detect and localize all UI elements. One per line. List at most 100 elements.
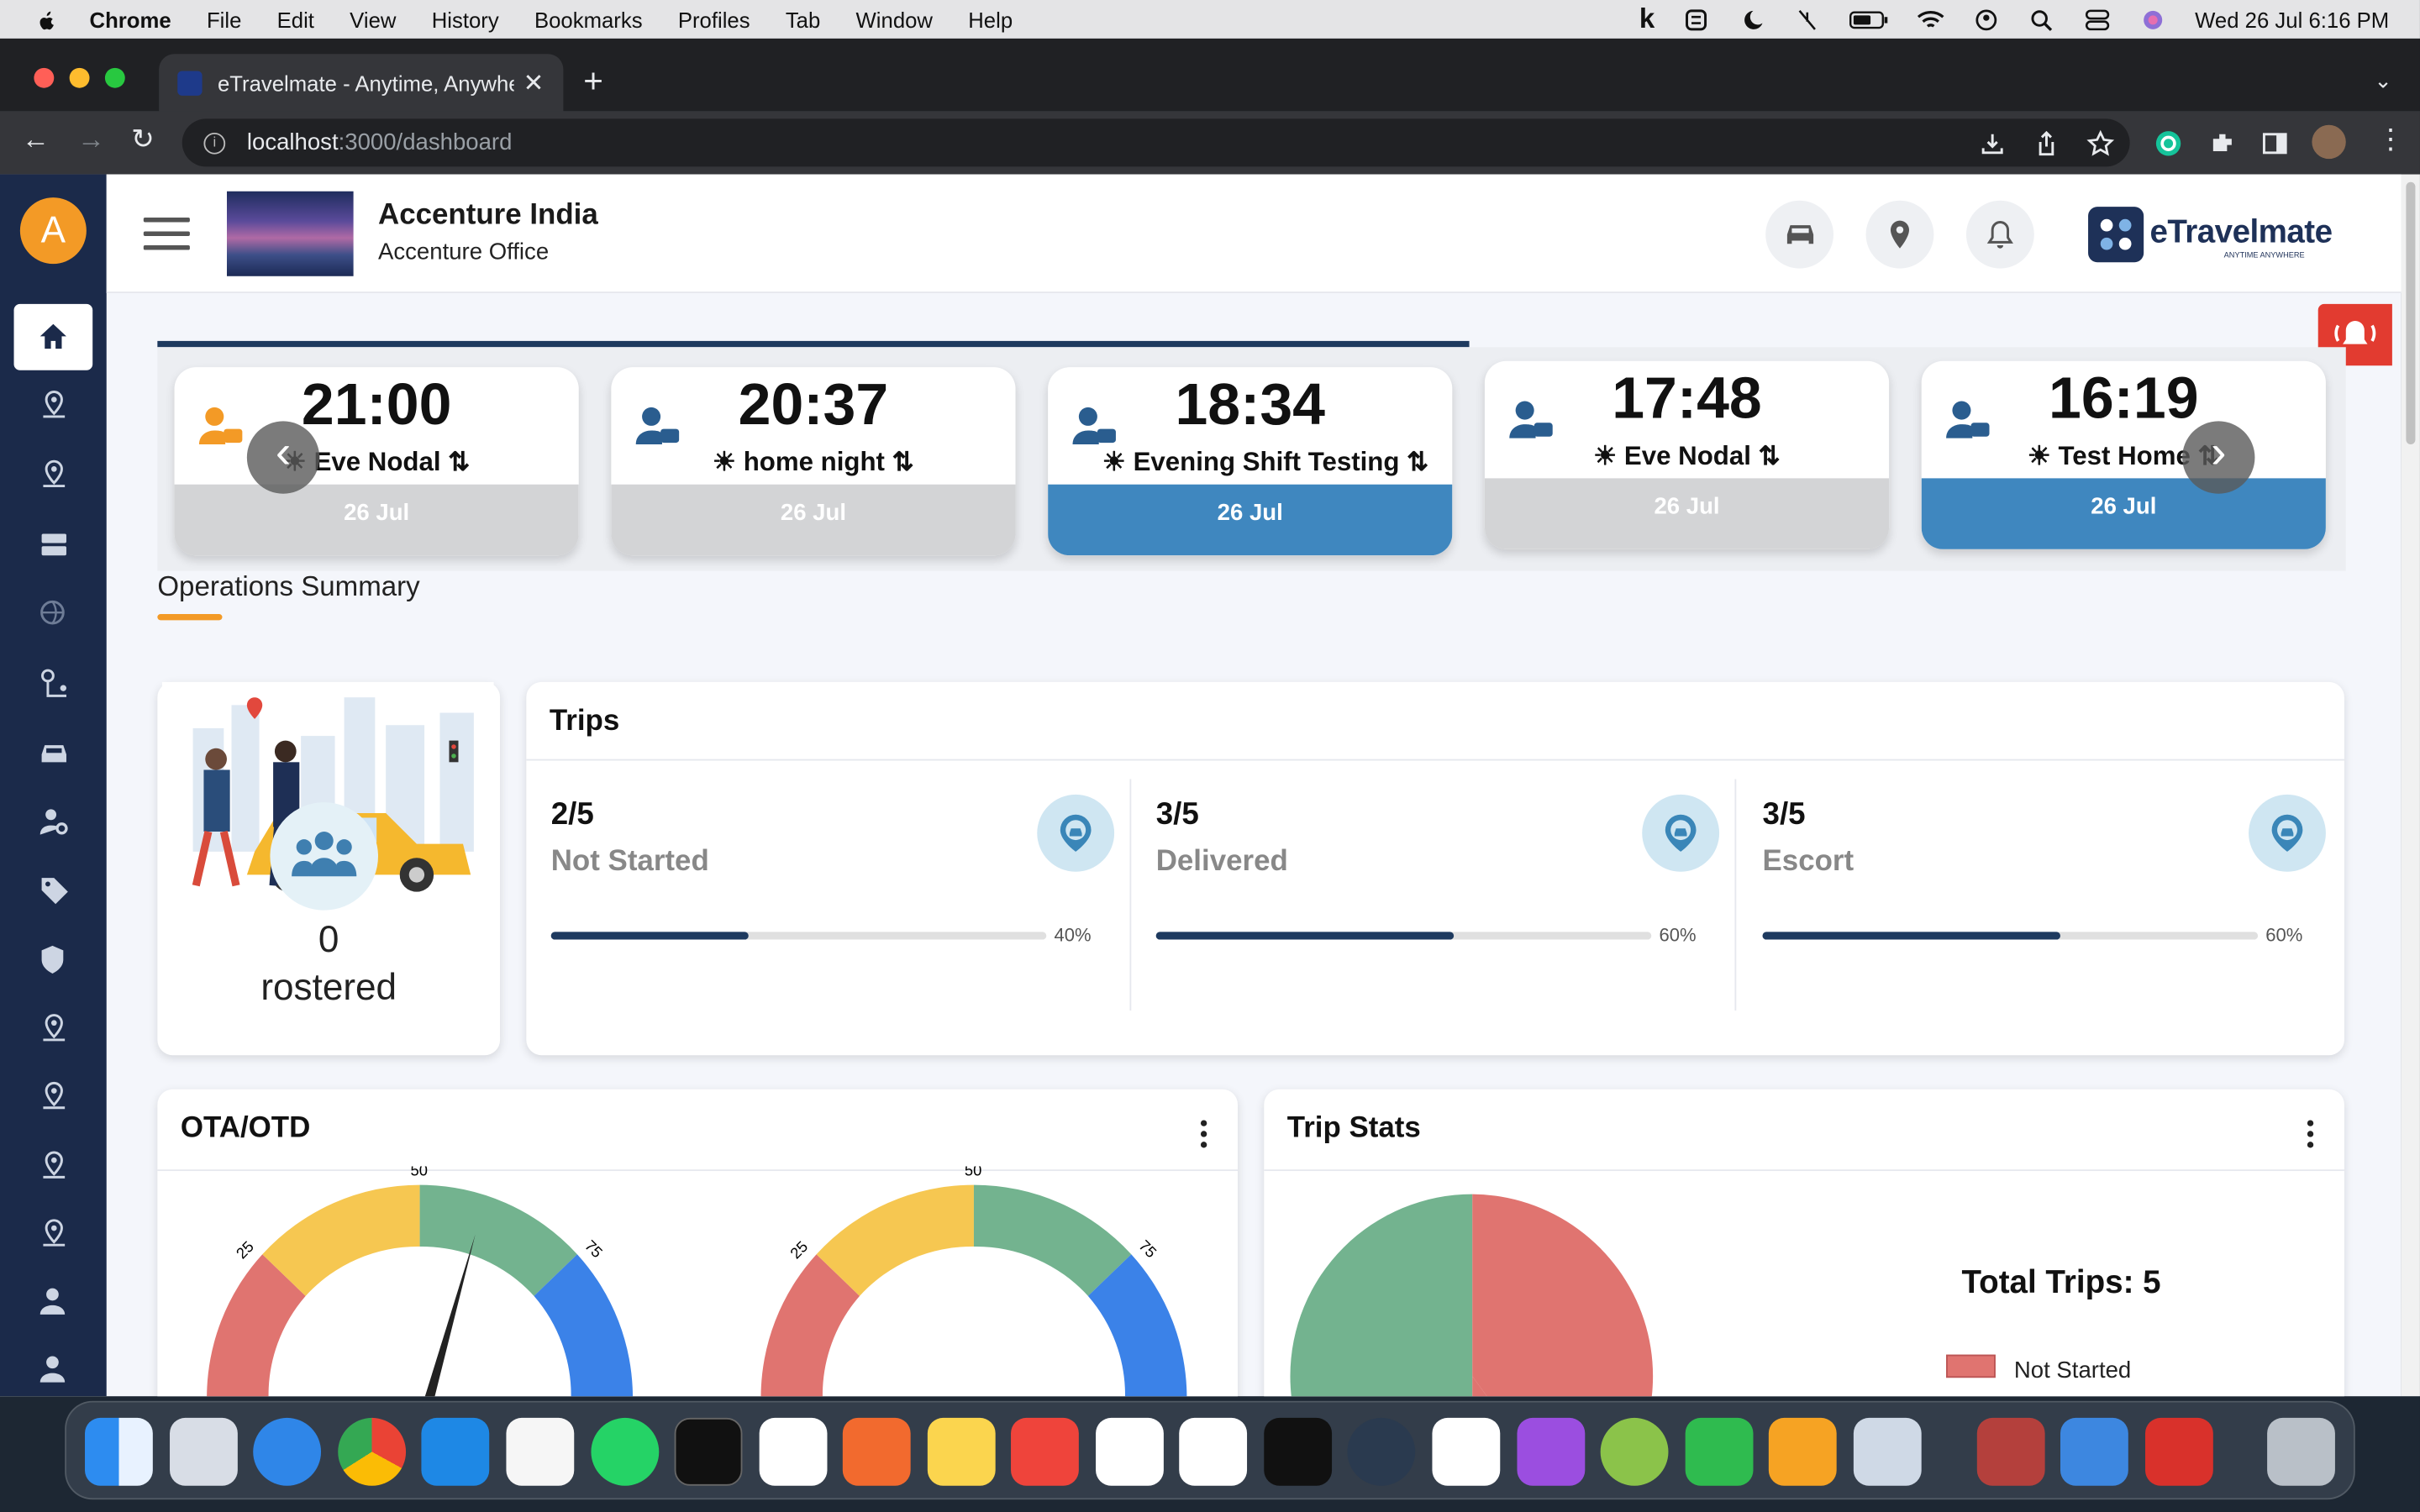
page-scrollbar[interactable] — [2401, 174, 2420, 1397]
sidebar-car-icon[interactable] — [37, 736, 71, 769]
wifi-icon[interactable] — [1918, 8, 1945, 30]
sidebar-location-icon-5[interactable] — [37, 1149, 71, 1183]
control-center-icon[interactable] — [2084, 8, 2112, 30]
sidebar-tag-icon[interactable] — [37, 874, 71, 907]
menu-edit[interactable]: Edit — [277, 7, 314, 31]
notes-icon[interactable] — [927, 1417, 996, 1486]
menu-help[interactable]: Help — [968, 7, 1013, 31]
wps-office-icon[interactable] — [1096, 1417, 1164, 1486]
bookmark-star-icon[interactable] — [2086, 129, 2115, 157]
anydesk-icon[interactable] — [1011, 1417, 1079, 1486]
sidebar-user-pin-icon-1[interactable] — [37, 1285, 71, 1319]
vehicle-button[interactable] — [1765, 200, 1833, 269]
location-button[interactable] — [1865, 200, 1934, 269]
close-window-button[interactable] — [34, 67, 55, 88]
sidebar-item-home[interactable] — [13, 303, 93, 370]
notifications-button[interactable] — [1965, 200, 2034, 269]
address-bar[interactable]: i localhost:3000/dashboard — [182, 118, 2130, 167]
apple-tv-icon[interactable] — [1264, 1417, 1333, 1486]
zoom-window-button[interactable] — [104, 67, 125, 88]
pen-tool-icon[interactable] — [842, 1417, 911, 1486]
new-tab-icon[interactable]: + — [583, 61, 603, 102]
sidebar-location-icon-1[interactable] — [37, 389, 71, 423]
apple-icon[interactable] — [31, 7, 62, 31]
side-panel-icon[interactable] — [2261, 129, 2289, 157]
numbers-icon[interactable] — [1685, 1417, 1754, 1486]
google-meet-icon[interactable] — [506, 1417, 575, 1486]
podcasts-icon[interactable] — [1517, 1417, 1586, 1486]
sidebar-user-pin-icon-2[interactable] — [37, 1353, 71, 1387]
menu-window[interactable]: Window — [856, 7, 933, 31]
menu-tab[interactable]: Tab — [786, 7, 820, 31]
vpn-icon[interactable] — [1682, 8, 1710, 30]
menubar-datetime[interactable]: Wed 26 Jul 6:16 PM — [2195, 7, 2389, 31]
finder-icon[interactable] — [85, 1417, 153, 1486]
reload-icon[interactable]: ↻ — [131, 123, 155, 156]
vscode-icon[interactable] — [421, 1417, 490, 1486]
trip-stat-not-started[interactable]: 2/5 Not Started 40% — [526, 760, 1132, 1011]
sidebar-server-icon[interactable] — [37, 528, 71, 561]
terminal-icon[interactable] — [674, 1417, 743, 1486]
sidebar-location-icon-3[interactable] — [37, 1012, 71, 1046]
user-account-icon[interactable] — [1973, 8, 2001, 30]
sidebar-globe-settings-icon[interactable] — [37, 597, 71, 631]
preview-icon[interactable] — [1853, 1417, 1922, 1486]
chrome-menu-icon[interactable]: ⋮ — [2377, 123, 2405, 156]
menu-view[interactable]: View — [350, 7, 396, 31]
sidebar-user-settings-icon[interactable] — [37, 806, 71, 839]
calendar-icon[interactable] — [1432, 1417, 1501, 1486]
grammarly-extension-icon[interactable] — [2154, 129, 2182, 157]
chrome-icon[interactable] — [338, 1417, 407, 1486]
launchpad-icon[interactable] — [170, 1417, 238, 1486]
shift-card[interactable]: 20:37 ☀ home night ⇅ 26 Jul — [611, 367, 1016, 556]
carousel-next-button[interactable]: › — [2182, 421, 2255, 494]
site-info-icon[interactable]: i — [203, 132, 226, 154]
profile-avatar[interactable] — [2312, 124, 2346, 160]
spotlight-search-icon[interactable] — [2028, 8, 2056, 30]
close-tab-icon[interactable]: ✕ — [523, 68, 544, 99]
siri-icon[interactable] — [2139, 8, 2167, 30]
user-avatar[interactable]: A — [19, 197, 87, 265]
sidebar-location-icon-6[interactable] — [37, 1217, 71, 1251]
share-icon[interactable] — [2033, 129, 2060, 157]
weather-icon[interactable] — [2060, 1417, 2128, 1486]
minimize-window-button[interactable] — [69, 67, 90, 88]
sidebar-shield-icon[interactable] — [37, 942, 71, 976]
sidebar-location-icon-4[interactable] — [37, 1080, 71, 1114]
tab-search-chevron-icon[interactable]: ⌄ — [2374, 68, 2392, 94]
extensions-puzzle-icon[interactable] — [2208, 129, 2236, 157]
shift-card-active[interactable]: 16:19 ☀ Test Home ⇅ 26 Jul — [1921, 360, 2326, 549]
moon-icon[interactable] — [1738, 8, 1765, 30]
menu-bookmarks[interactable]: Bookmarks — [534, 7, 643, 31]
pages-icon[interactable] — [1768, 1417, 1837, 1486]
android-studio-icon[interactable] — [1600, 1417, 1669, 1486]
menu-file[interactable]: File — [207, 7, 241, 31]
menu-profiles[interactable]: Profiles — [678, 7, 750, 31]
whatsapp-icon[interactable] — [591, 1417, 660, 1486]
trip-stat-escort[interactable]: 3/5 Escort 60% — [1738, 760, 2343, 1011]
scrollbar-thumb[interactable] — [2406, 181, 2416, 444]
more-options-icon[interactable] — [1200, 1120, 1207, 1148]
sidebar-route-icon[interactable] — [37, 666, 71, 700]
quicktime-icon[interactable] — [1347, 1417, 1416, 1486]
battery-icon[interactable] — [1849, 8, 1890, 30]
photo-booth-icon[interactable] — [2145, 1417, 2213, 1486]
keyboard-k-icon[interactable]: k — [1639, 3, 1655, 36]
mic-off-icon[interactable] — [1794, 8, 1822, 30]
back-arrow-icon[interactable]: ← — [22, 123, 50, 156]
browser-tab-active[interactable]: eTravelmate - Anytime, Anywhere ✕ — [159, 54, 564, 113]
trash-icon[interactable] — [2267, 1417, 2335, 1486]
reminders-icon[interactable] — [1179, 1417, 1248, 1486]
menu-history[interactable]: History — [432, 7, 499, 31]
dictionary-icon[interactable] — [1976, 1417, 2045, 1486]
safari-icon[interactable] — [253, 1417, 322, 1486]
carousel-prev-button[interactable]: ‹ — [246, 421, 320, 494]
hamburger-menu-icon[interactable] — [143, 217, 190, 251]
trip-stat-delivered[interactable]: 3/5 Delivered 60% — [1131, 760, 1737, 1011]
more-options-icon[interactable] — [2307, 1120, 2314, 1148]
install-app-icon[interactable] — [1979, 129, 2007, 157]
menu-app-name[interactable]: Chrome — [90, 7, 171, 31]
shift-card-active[interactable]: 18:34 ☀ Evening Shift Testing ⇅ 26 Jul — [1048, 367, 1453, 556]
forward-arrow-icon[interactable]: → — [77, 123, 105, 156]
rostered-card[interactable]: 0 rostered — [157, 681, 501, 1056]
